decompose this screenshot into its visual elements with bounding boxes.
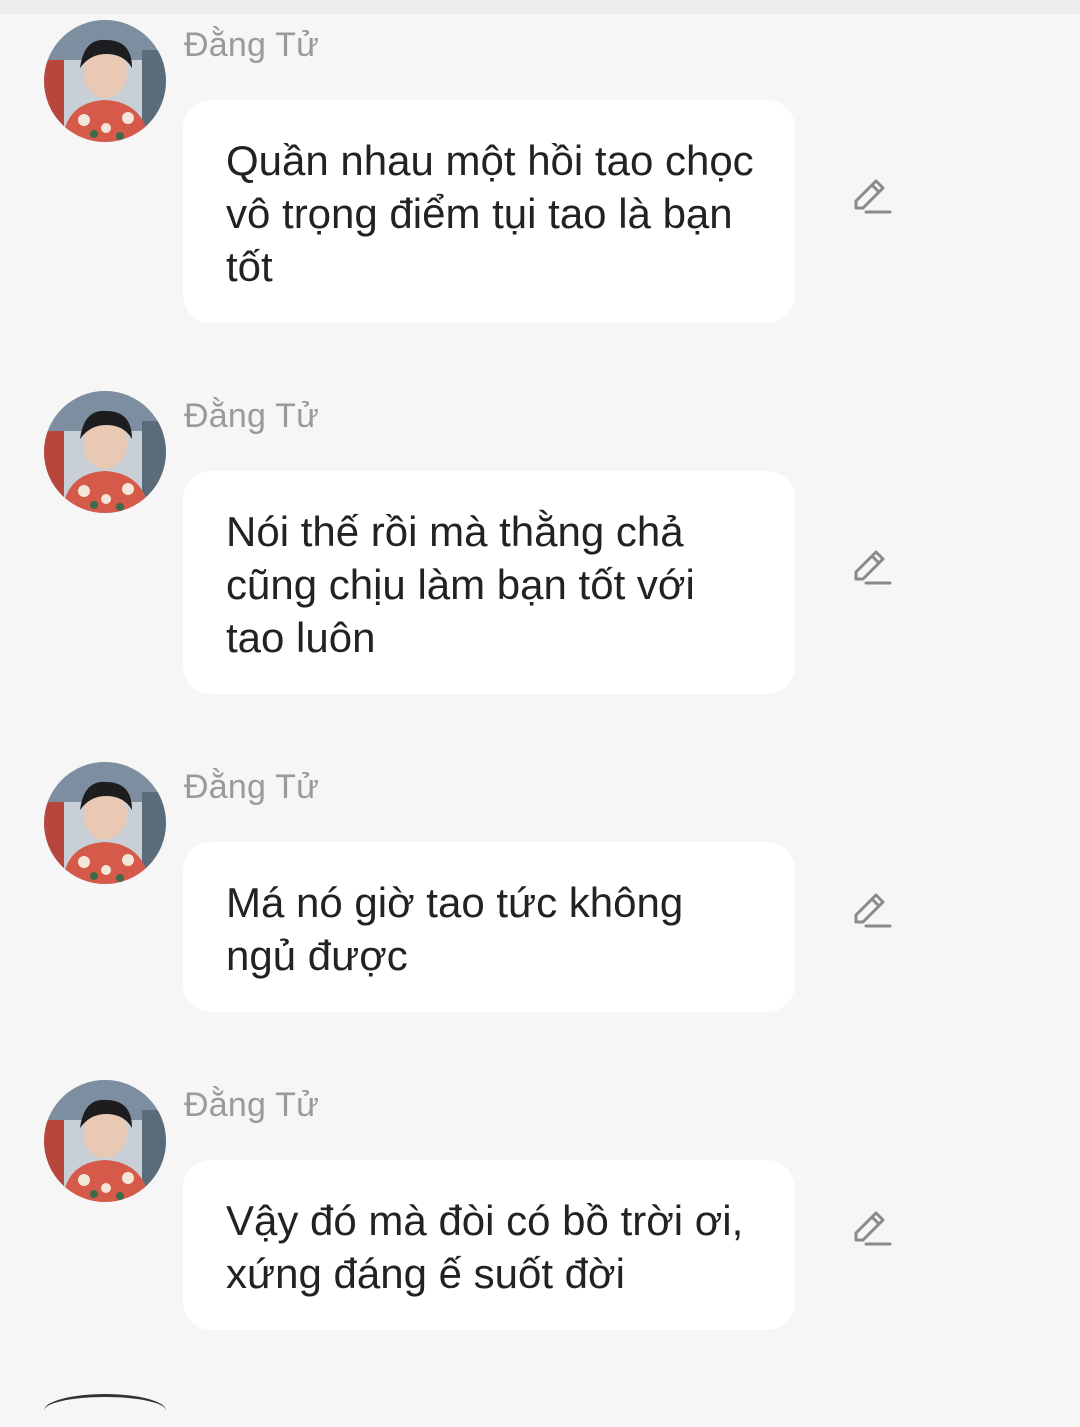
message-bubble[interactable]: Quần nhau một hồi tao chọc vô trọng điểm…: [183, 100, 795, 323]
pencil-edit-icon[interactable]: [850, 888, 894, 932]
sender-name: Đằng Tử: [184, 26, 320, 64]
pencil-edit-icon[interactable]: [850, 1206, 894, 1250]
message-bubble[interactable]: Má nó giờ tao tức không ngủ được: [183, 842, 795, 1012]
avatar[interactable]: [44, 391, 166, 513]
pencil-edit-icon[interactable]: [850, 174, 894, 218]
avatar[interactable]: [44, 20, 166, 142]
pencil-edit-icon[interactable]: [850, 545, 894, 589]
sender-name: Đằng Tử: [184, 397, 320, 435]
message-text: Má nó giờ tao tức không ngủ được: [226, 879, 684, 979]
message-text: Quần nhau một hồi tao chọc vô trọng điểm…: [226, 137, 754, 290]
chat-message-list[interactable]: Đằng Tử Quần nhau một hồi tao chọc vô tr…: [0, 0, 1080, 1400]
avatar[interactable]: [44, 1080, 166, 1202]
message-bubble[interactable]: Nói thế rồi mà thằng chả cũng chịu làm b…: [183, 471, 795, 694]
message-text: Nói thế rồi mà thằng chả cũng chịu làm b…: [226, 508, 695, 661]
sender-name: Đằng Tử: [184, 1086, 320, 1124]
next-avatar-peek: [44, 1394, 166, 1427]
avatar[interactable]: [44, 762, 166, 884]
message-text: Vậy đó mà đòi có bồ trời ơi, xứng đáng ế…: [226, 1197, 744, 1297]
sender-name: Đằng Tử: [184, 768, 320, 806]
message-bubble[interactable]: Vậy đó mà đòi có bồ trời ơi, xứng đáng ế…: [183, 1160, 795, 1330]
